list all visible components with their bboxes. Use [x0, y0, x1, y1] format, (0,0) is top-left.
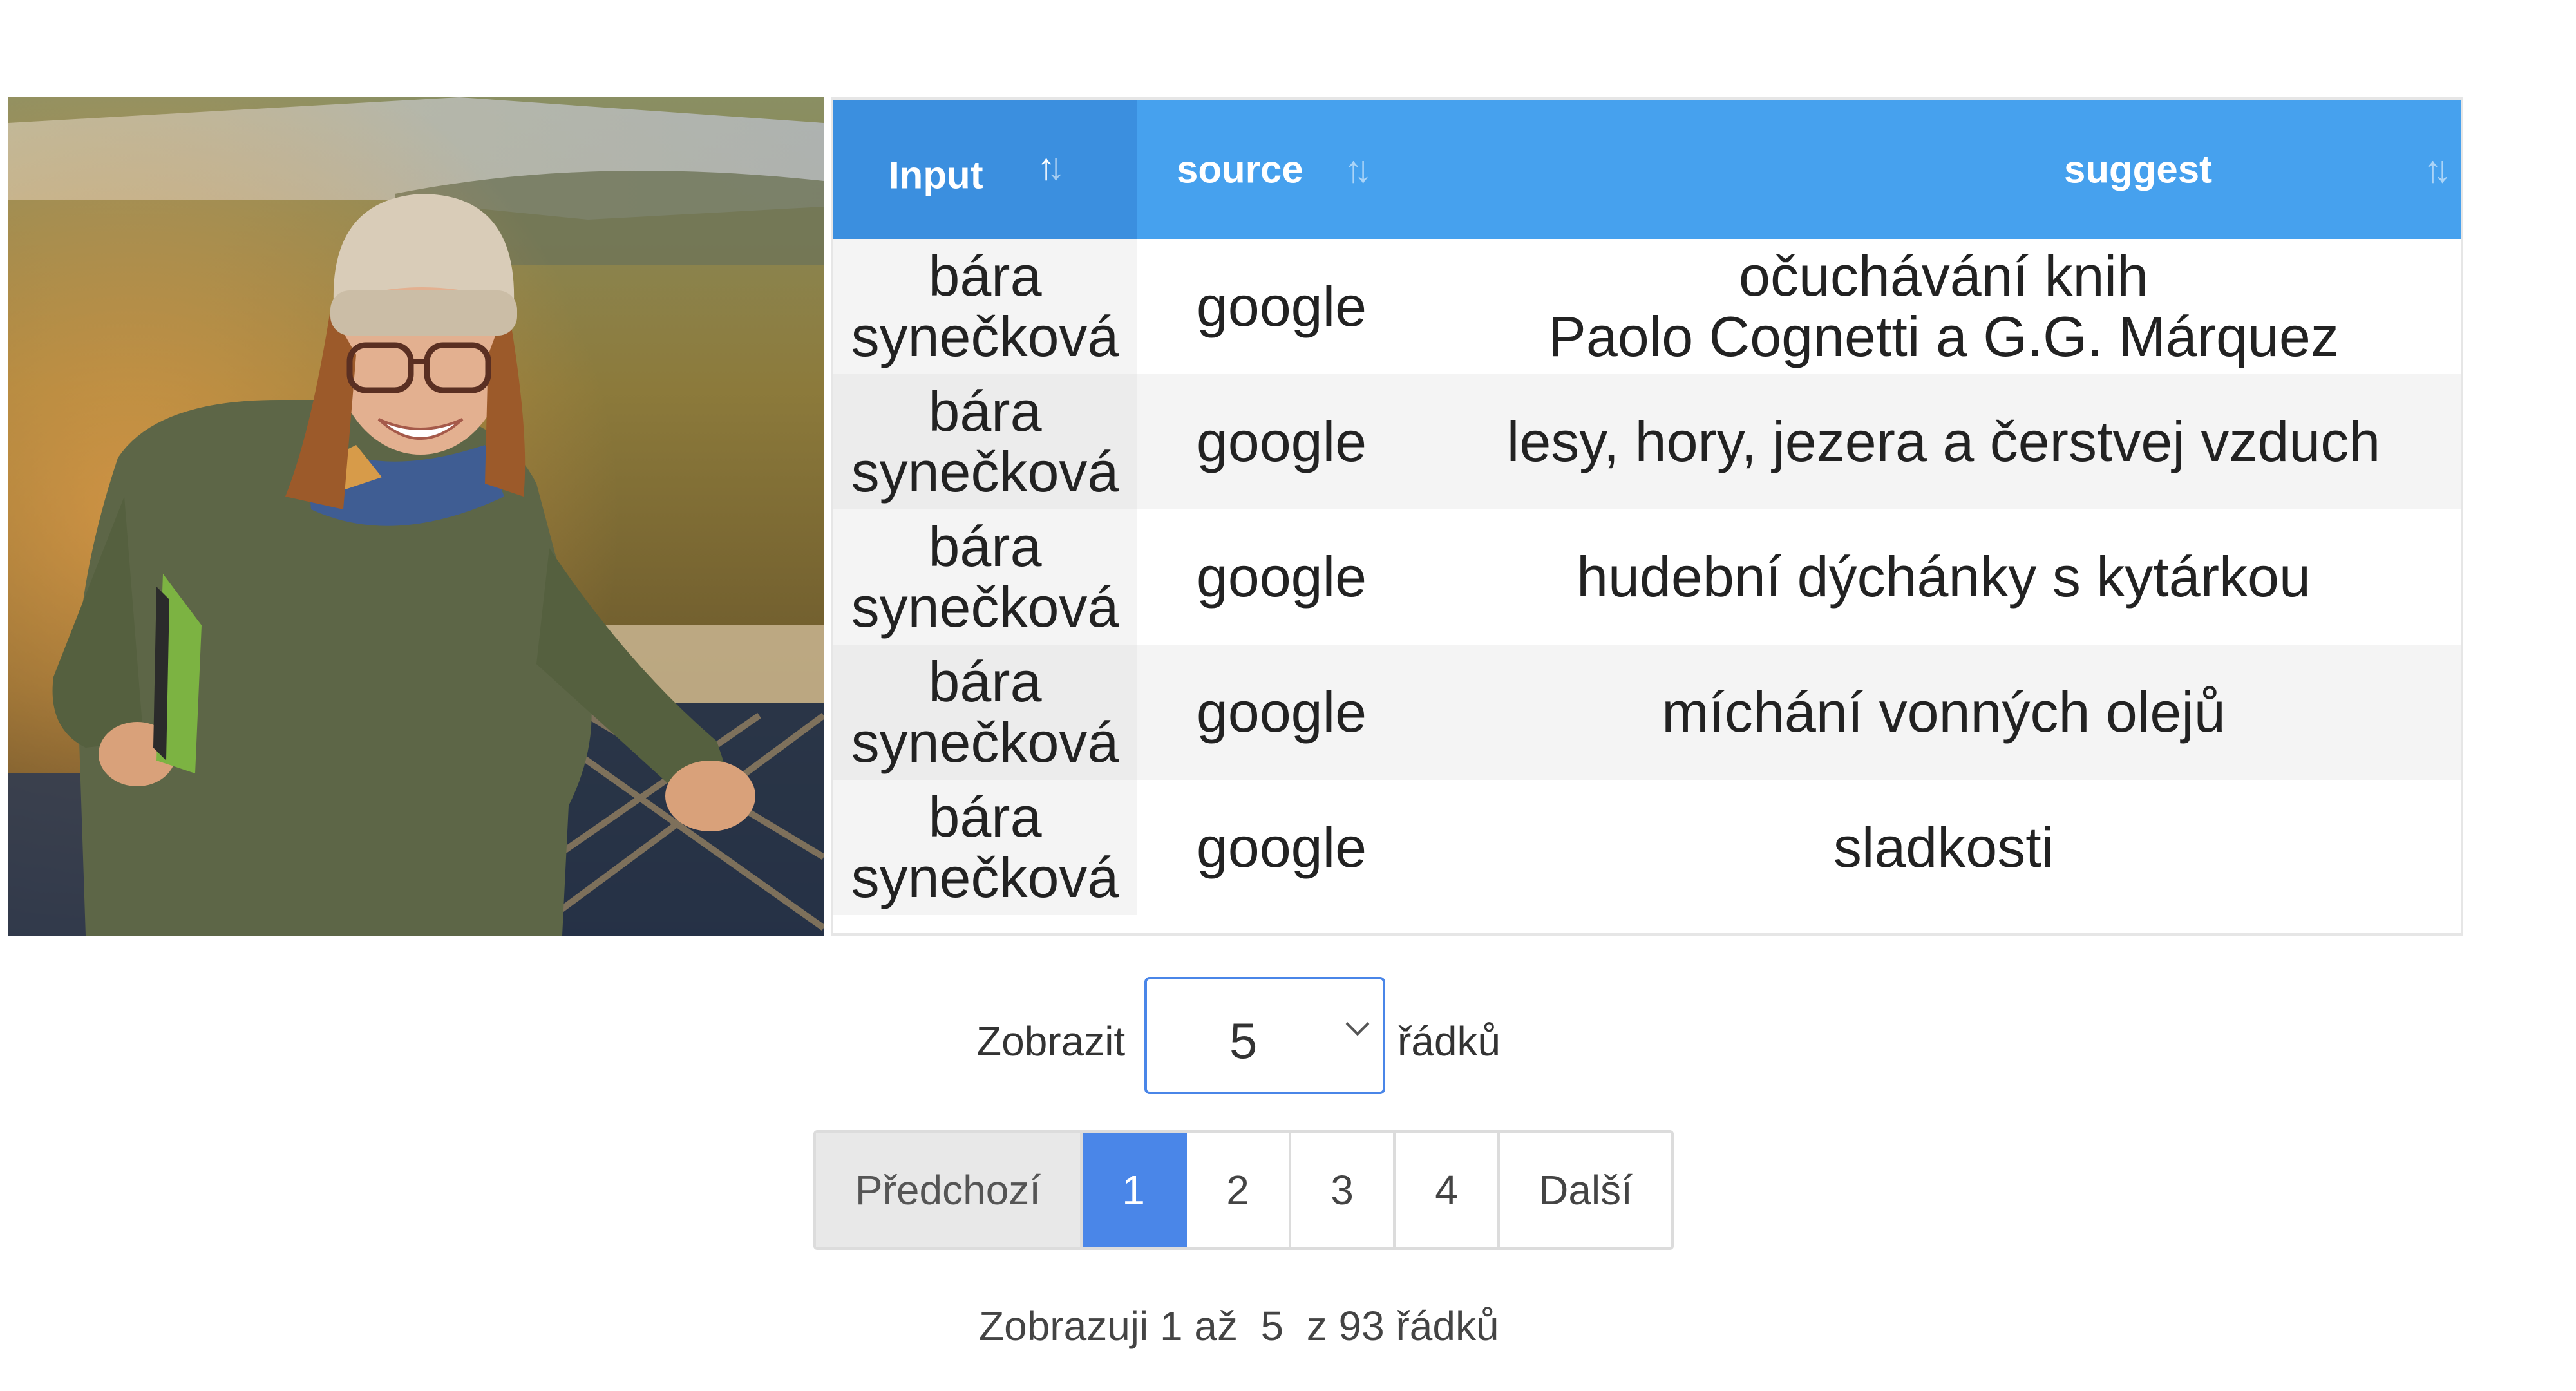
table-row: bára synečková google hudební dýchánky s…	[833, 509, 2461, 645]
table-row: bára synečková google lesy, hory, jezera…	[833, 374, 2461, 509]
column-header-source[interactable]: source ↑↓	[1137, 100, 1426, 239]
cell-source: google	[1196, 545, 1367, 609]
cell-suggest: sladkosti	[1426, 780, 2461, 915]
cell-text: hudební dýchánky s kytárkou	[1577, 545, 2311, 609]
cell-input: bára synečková	[833, 374, 1137, 509]
cell-text: bára	[928, 379, 1042, 443]
cell-input: bára synečková	[833, 780, 1137, 915]
cell-source: google	[1196, 680, 1367, 744]
rows-per-page-value: 5	[1229, 1012, 1258, 1069]
cell-text: bára	[928, 515, 1042, 578]
page-button-4[interactable]: 4	[1396, 1133, 1500, 1247]
data-table: Input ↑↓ source ↑↓ suggest ↑↓ bára syneč…	[831, 97, 2463, 936]
cell-source: google	[1196, 410, 1367, 473]
cell-text: bára	[928, 650, 1042, 714]
sort-arrows-icon: ↑↓	[1344, 148, 1372, 191]
cell-suggest: hudební dýchánky s kytárkou	[1426, 509, 2461, 645]
previous-page-button[interactable]: Předchozí	[816, 1133, 1083, 1247]
cell-suggest: očuchávání knih Paolo Cognetti a G.G. Má…	[1426, 239, 2461, 374]
cell-text: synečková	[851, 305, 1119, 368]
length-prefix-label: Zobrazit	[976, 1018, 1126, 1065]
cell-source: google	[1196, 274, 1367, 338]
cell-text: synečková	[851, 846, 1119, 909]
cell-text: synečková	[851, 575, 1119, 639]
table-row: bára synečková google míchání vonných ol…	[833, 645, 2461, 780]
cell-text: lesy, hory, jezera a čerstvej vzduch	[1506, 410, 2381, 473]
cell-text: synečková	[851, 710, 1119, 774]
cell-suggest: míchání vonných olejů	[1426, 645, 2461, 780]
column-header-label: source	[1177, 147, 1303, 191]
cell-text: Paolo Cognetti a G.G. Márquez	[1548, 305, 2339, 368]
column-header-label: suggest	[2064, 147, 2213, 191]
pagination: Předchozí 1 2 3 4 Další	[813, 1130, 1674, 1250]
page-button-1[interactable]: 1	[1083, 1133, 1187, 1247]
column-header-suggest[interactable]: suggest ↑↓	[1426, 100, 2461, 239]
cell-text: míchání vonných olejů	[1662, 680, 2226, 744]
cell-text: očuchávání knih	[1739, 244, 2148, 308]
sort-arrows-icon: ↑↓	[2423, 148, 2452, 191]
table-header-row: Input ↑↓ source ↑↓ suggest ↑↓	[833, 100, 2461, 239]
sort-arrows-icon: ↑↓	[1037, 146, 1065, 188]
column-header-input[interactable]: Input ↑↓	[833, 100, 1137, 239]
cell-input: bára synečková	[833, 509, 1137, 645]
cell-text: bára	[928, 785, 1042, 849]
next-page-button[interactable]: Další	[1500, 1133, 1671, 1247]
profile-photo	[8, 97, 824, 936]
length-suffix-label: řádků	[1397, 1018, 1501, 1065]
cell-source: google	[1196, 815, 1367, 879]
table-info-text: Zobrazuji 1 až 5 z 93 řádků	[979, 1303, 1499, 1349]
table-row: bára synečková google očuchávání knih Pa…	[833, 239, 2461, 374]
table-row: bára synečková google sladkosti	[833, 780, 2461, 915]
rows-per-page-select[interactable]: 5	[1144, 977, 1385, 1094]
cell-input: bára synečková	[833, 239, 1137, 374]
cell-input: bára synečková	[833, 645, 1137, 780]
cell-text: bára	[928, 244, 1042, 308]
page-button-2[interactable]: 2	[1187, 1133, 1291, 1247]
page-button-3[interactable]: 3	[1291, 1133, 1396, 1247]
chevron-down-icon	[1345, 1012, 1370, 1036]
cell-text: sladkosti	[1833, 815, 2054, 879]
column-header-label: Input	[889, 153, 983, 197]
cell-text: synečková	[851, 440, 1119, 504]
cell-suggest: lesy, hory, jezera a čerstvej vzduch	[1426, 374, 2461, 509]
